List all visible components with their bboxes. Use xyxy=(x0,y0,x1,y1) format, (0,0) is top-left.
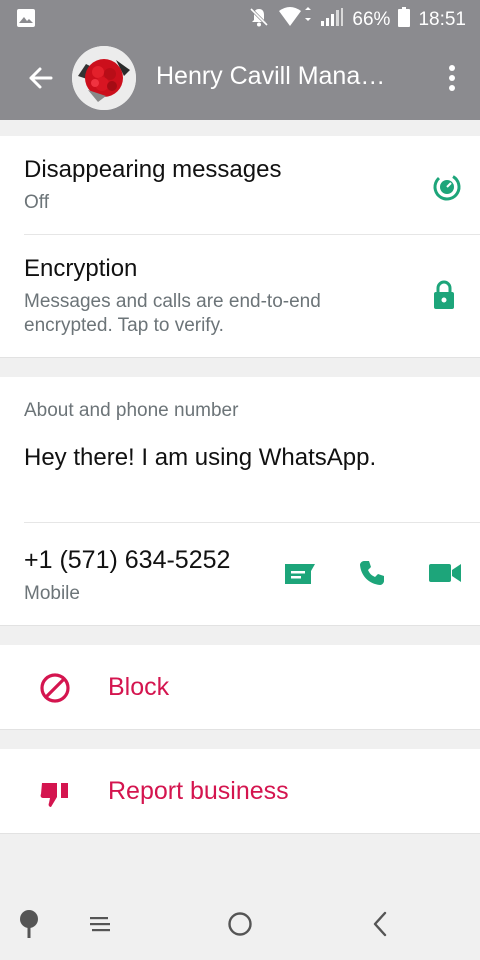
contact-avatar[interactable] xyxy=(72,46,136,110)
report-business-row[interactable]: Report business xyxy=(0,749,480,834)
message-button[interactable] xyxy=(280,557,320,593)
contact-name[interactable]: Henry Cavill Mana… xyxy=(156,62,385,91)
phone-icon xyxy=(360,561,384,585)
encryption-title: Encryption xyxy=(24,255,138,282)
more-options-button[interactable] xyxy=(442,58,462,98)
back-nav-button[interactable] xyxy=(364,906,396,942)
chat-settings-card: Disappearing messages Off Encryption Mes… xyxy=(0,136,480,358)
block-label: Block xyxy=(108,673,170,701)
home-button[interactable] xyxy=(222,906,258,942)
phone-row[interactable]: +1 (571) 634-5252 Mobile xyxy=(0,523,480,625)
gallery-notification-icon xyxy=(16,8,36,33)
system-nav-bar xyxy=(0,886,480,960)
app-bar: Henry Cavill Mana… xyxy=(0,36,480,120)
home-circle-icon xyxy=(228,912,252,936)
block-icon xyxy=(38,671,72,705)
menu-icon xyxy=(90,917,110,932)
message-icon xyxy=(285,564,315,584)
disappearing-messages-title: Disappearing messages xyxy=(24,156,282,183)
menu-button[interactable] xyxy=(84,908,116,940)
wifi-icon xyxy=(278,6,312,34)
clock: 18:51 xyxy=(418,9,466,30)
chevron-left-icon xyxy=(373,911,387,937)
encryption-desc-line1: Messages and calls are end-to-end xyxy=(24,291,321,312)
voice-call-button[interactable] xyxy=(354,555,390,591)
battery-percent: 66% xyxy=(352,9,391,30)
pin-button[interactable] xyxy=(14,906,44,942)
about-card: About and phone number Hey there! I am u… xyxy=(0,377,480,626)
back-arrow-icon xyxy=(29,67,53,89)
disappearing-messages-value: Off xyxy=(24,192,49,213)
about-section-label: About and phone number xyxy=(24,400,239,421)
battery-icon xyxy=(398,7,411,33)
phone-number: +1 (571) 634-5252 xyxy=(24,546,231,574)
back-button[interactable] xyxy=(20,58,60,98)
mute-icon xyxy=(248,6,270,34)
signal-icon xyxy=(320,7,344,33)
thumb-down-icon xyxy=(38,777,72,811)
video-call-button[interactable] xyxy=(426,557,464,589)
encryption-desc-line2: encrypted. Tap to verify. xyxy=(24,315,224,336)
pin-icon xyxy=(20,910,38,938)
phone-type: Mobile xyxy=(24,583,80,604)
report-business-label: Report business xyxy=(108,777,289,805)
disappearing-messages-row[interactable]: Disappearing messages Off xyxy=(0,136,480,234)
lock-icon xyxy=(430,279,458,311)
disappearing-timer-icon xyxy=(430,170,464,204)
more-vert-icon xyxy=(449,65,455,91)
about-status-text[interactable]: Hey there! I am using WhatsApp. xyxy=(24,444,376,472)
video-icon xyxy=(429,564,461,582)
status-bar: 66% 18:51 xyxy=(0,0,480,36)
encryption-row[interactable]: Encryption Messages and calls are end-to… xyxy=(0,235,480,357)
block-row[interactable]: Block xyxy=(0,645,480,730)
